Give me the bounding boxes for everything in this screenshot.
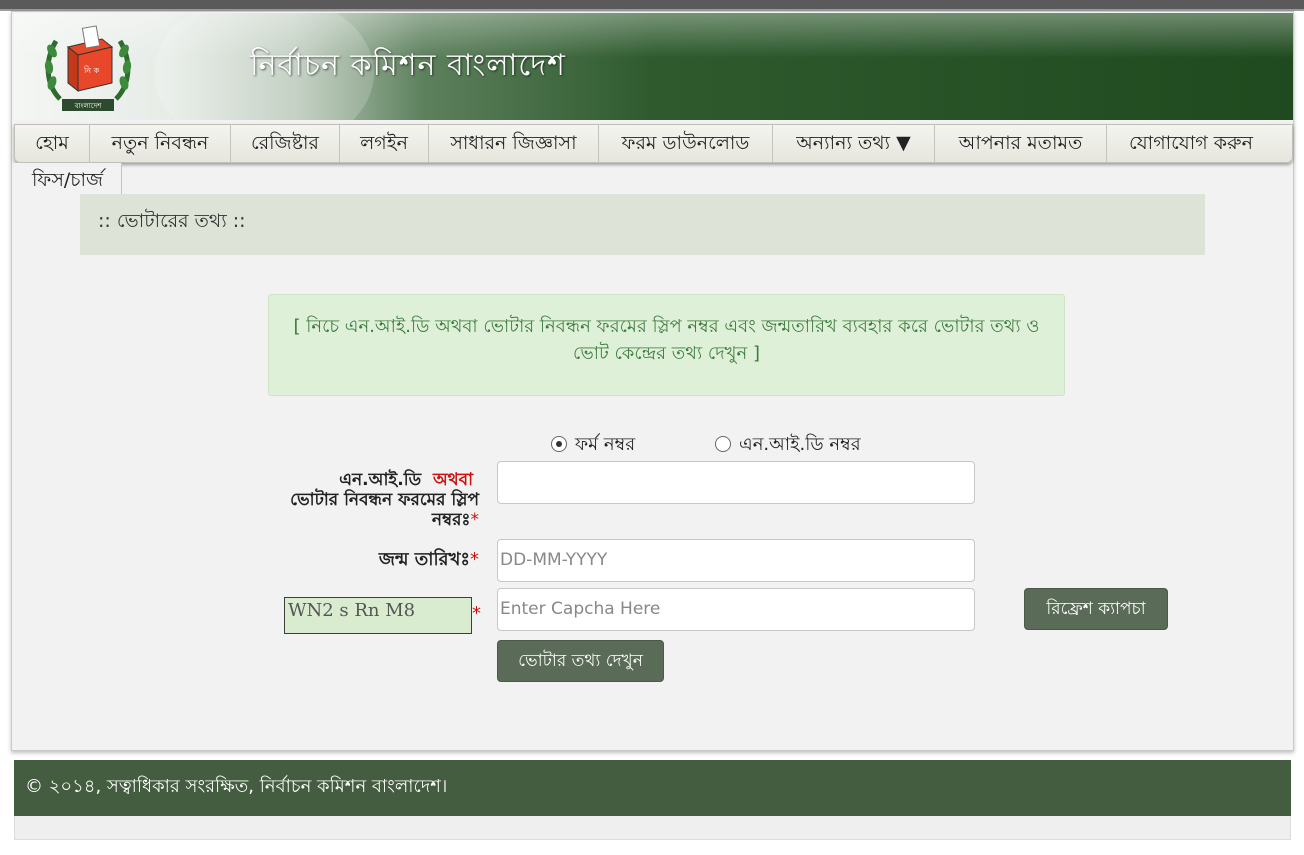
ballot-box-icon	[66, 25, 114, 93]
radio-checked-icon[interactable]	[551, 436, 567, 452]
panel-header	[80, 194, 1205, 255]
site-footer: © ২০১৪, সত্বাধিকার সংরক্ষিত, নির্বাচন কম…	[14, 760, 1291, 816]
site-title: নির্বাচন কমিশন বাংলাদেশ	[250, 48, 566, 83]
captcha-required-mark: *	[472, 603, 481, 624]
nav-form-download[interactable]: ফরম ডাউনলোড	[599, 125, 773, 162]
radio-nid-number-label: এন.আই.ডি নম্বর	[739, 434, 861, 455]
nav-new-registration[interactable]: নতুন নিবন্ধন	[90, 125, 231, 162]
nav-home[interactable]: হোম	[15, 125, 90, 162]
dob-input[interactable]: DD-MM-YYYY	[497, 539, 975, 582]
dob-field-label: জন্ম তারিখঃ*	[270, 550, 479, 570]
dob-required-mark: *	[470, 549, 479, 570]
nav-fees-charges[interactable]: ফিস/চার্জ	[14, 163, 123, 197]
logo-bottom-text: বাংলাদেশ	[74, 102, 103, 110]
nav-other-info-dropdown[interactable]: অন্যান্য তথ্য ▼	[773, 125, 935, 162]
id-required-mark: *	[470, 510, 480, 530]
captcha-image: WN2 s Rn M8	[284, 597, 472, 634]
id-label-number: নম্বরঃ	[431, 510, 471, 530]
captcha-input[interactable]: Enter Capcha Here	[497, 588, 975, 631]
main-nav: হোম নতুন নিবন্ধন রেজিষ্টার লগইন সাধারন জ…	[14, 124, 1293, 163]
id-label-nid: এন.আই.ডি	[339, 470, 422, 490]
radio-nid-number[interactable]: এন.আই.ডি নম্বর	[715, 430, 861, 461]
refresh-captcha-button[interactable]: রিফ্রেশ ক্যাপচা	[1024, 588, 1168, 630]
dob-label-text: জন্ম তারিখঃ	[378, 549, 470, 570]
nav-contact[interactable]: যোগাযোগ করুন	[1107, 125, 1275, 162]
election-commission-logo[interactable]: নি ক বাংলাদেশ	[40, 21, 136, 117]
panel-title: :: ভোটারের তথ্য ::	[98, 210, 246, 232]
captcha-text: WN2 s Rn M8	[288, 600, 416, 621]
radio-unchecked-icon[interactable]	[715, 436, 731, 452]
nav-faq[interactable]: সাধারন জিজ্ঞাসা	[429, 125, 599, 162]
view-voter-info-button[interactable]: ভোটার তথ্য দেখুন	[497, 640, 664, 682]
id-label-or: অথবা	[432, 470, 474, 490]
site-header: নি ক বাংলাদেশ নির্বাচন কমিশন বাংলাদেশ	[14, 13, 1293, 120]
nav-login[interactable]: লগইন	[340, 125, 429, 162]
id-label-slip: ভোটার নিবন্ধন ফরমের স্লিপ	[290, 490, 479, 510]
radio-form-number-label: ফর্ম নম্বর	[575, 434, 636, 455]
browser-top-bar	[0, 0, 1304, 11]
id-number-input[interactable]	[497, 461, 975, 504]
radio-form-number[interactable]: ফর্ম নম্বর	[551, 430, 635, 461]
nav-feedback[interactable]: আপনার মতামত	[935, 125, 1107, 162]
info-notice: [ নিচে এন.আই.ডি অথবা ভোটার নিবন্ধন ফরমের…	[268, 294, 1065, 396]
nav-register[interactable]: রেজিষ্টার	[231, 125, 340, 162]
id-field-label: এন.আই.ডি অথবা ভোটার নিবন্ধন ফরমের স্লিপ …	[270, 470, 479, 530]
footer-strip	[14, 816, 1291, 840]
logo-top-text: নি ক	[83, 66, 100, 75]
